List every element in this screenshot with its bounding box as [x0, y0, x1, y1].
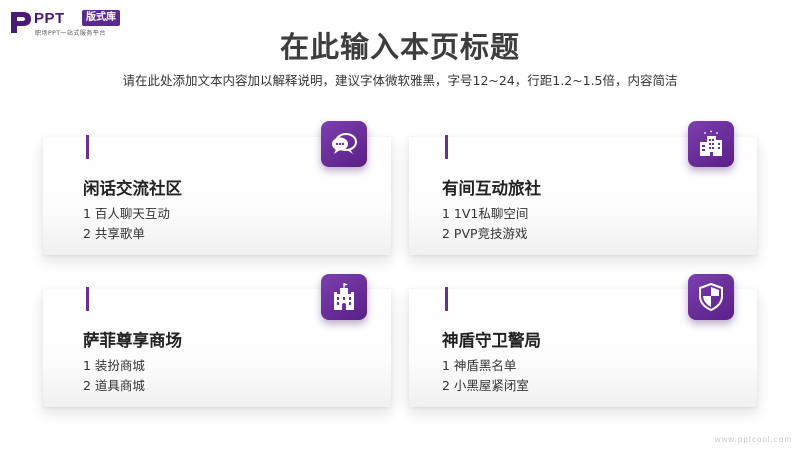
chat-bubbles-icon [321, 121, 367, 167]
card-title: 萨菲尊享商场 [83, 331, 182, 350]
card-accent-bar [86, 287, 89, 311]
card-item: 2 PVP竞技游戏 [442, 226, 528, 241]
card-accent-bar [445, 287, 448, 311]
card-accent-bar [86, 135, 89, 159]
card-item: 1 神盾黑名单 [442, 358, 517, 373]
card-item: 1 装扮商城 [83, 358, 145, 373]
card-title: 神盾守卫警局 [442, 331, 541, 350]
page-subtitle: 请在此处添加文本内容加以解释说明，建议字体微软雅黑，字号12~24，行距1.2~… [122, 73, 678, 88]
watermark: www.pptcool.com [714, 435, 792, 444]
card-title: 闲话交流社区 [83, 179, 182, 198]
castle-icon [321, 274, 367, 320]
shield-icon [688, 274, 734, 320]
card-item: 2 小黑屋紧闭室 [442, 378, 529, 393]
card-item: 2 共享歌单 [83, 226, 145, 241]
card-item: 1 1V1私聊空间 [442, 206, 529, 221]
page-title: 在此输入本页标题 [279, 30, 520, 64]
buildings-icon [688, 121, 734, 167]
card-item: 2 道具商城 [83, 378, 145, 393]
card-accent-bar [445, 135, 448, 159]
card-item: 1 百人聊天互动 [83, 206, 170, 221]
card-title: 有间互动旅社 [442, 179, 541, 198]
